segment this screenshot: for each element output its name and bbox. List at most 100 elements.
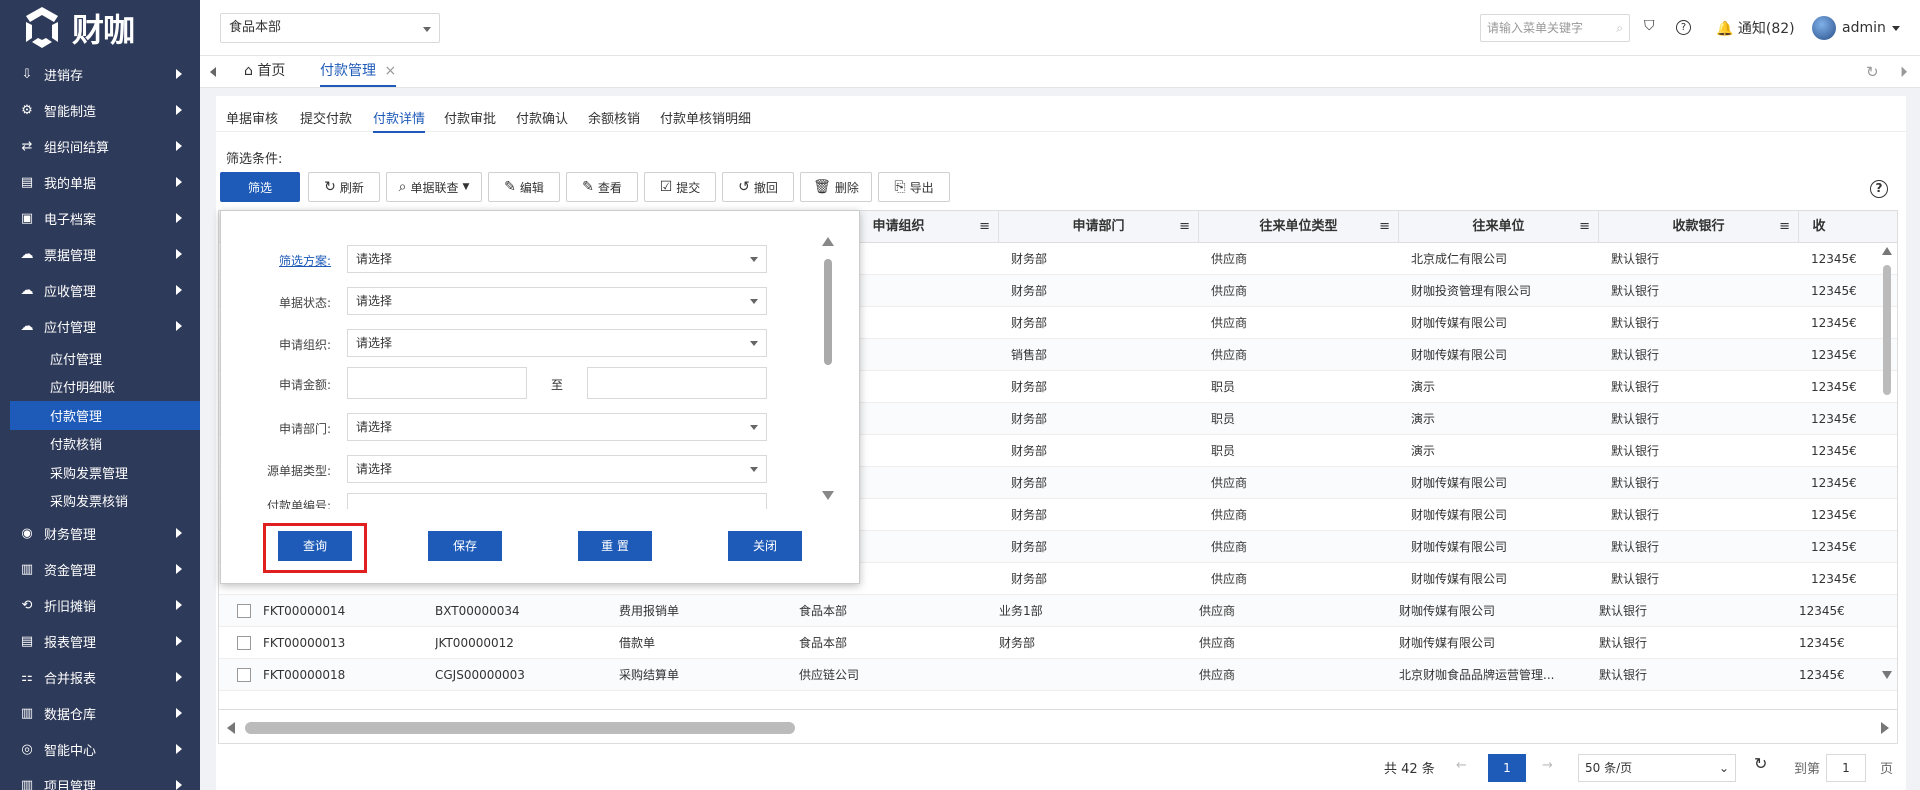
- export-button[interactable]: ⎘ 导出: [878, 172, 950, 202]
- subtab[interactable]: 付款详情: [373, 108, 426, 133]
- refresh-button[interactable]: ↻ 刷新: [308, 172, 380, 202]
- subtab[interactable]: 单据审核: [226, 108, 278, 131]
- sidebar-item-items_after5[interactable]: ▥ 数据仓库: [0, 695, 200, 731]
- sidebar-item-items1[interactable]: ⚙ 智能制造: [0, 92, 200, 128]
- page-size-select[interactable]: 50 条/页 ⌄: [1578, 754, 1736, 782]
- save-button[interactable]: 保存: [428, 531, 502, 561]
- row-checkbox[interactable]: [237, 604, 251, 618]
- table-row[interactable]: FKT00000013 JKT00000012 借款单 食品本部 财务部 供应商 财咖传媒有…: [219, 627, 1897, 659]
- sidebar-item-items7[interactable]: ☁ 应付管理: [0, 308, 200, 344]
- filter-scroll-thumb[interactable]: [824, 259, 832, 365]
- table-cell: 12345€: [1811, 316, 1857, 330]
- filter-panel-scrollbar[interactable]: [821, 235, 835, 505]
- subtab[interactable]: 付款单核销明细: [660, 108, 751, 131]
- sidebar-item-items3[interactable]: ▤ 我的单据: [0, 164, 200, 200]
- sidebar-subitem[interactable]: 应付管理: [0, 344, 200, 373]
- sidebar-item-items_after6[interactable]: ◎ 智能中心: [0, 731, 200, 767]
- column-header[interactable]: 往来单位类型 ≡: [1199, 211, 1399, 243]
- column-menu-icon[interactable]: ≡: [1779, 211, 1790, 243]
- column-header[interactable]: 收款银行 ≡: [1599, 211, 1799, 243]
- view-icon: ✎: [582, 179, 594, 195]
- subtab[interactable]: 付款审批: [444, 108, 496, 131]
- close-icon[interactable]: ×: [384, 63, 396, 79]
- column-header[interactable]: 收: [1799, 211, 1839, 243]
- source-type-select[interactable]: 请选择: [347, 455, 767, 483]
- pager-next-button[interactable]: →: [1542, 758, 1553, 773]
- pager-current-page[interactable]: 1: [1488, 754, 1526, 782]
- shield-icon[interactable]: ⛉: [1644, 18, 1655, 34]
- sidebar-subitem[interactable]: 付款管理: [10, 401, 200, 430]
- user-menu[interactable]: admin: [1812, 16, 1900, 40]
- tabs-scroll-right-icon[interactable]: ⏵: [1900, 63, 1908, 81]
- horizontal-scroll-thumb[interactable]: [245, 722, 795, 734]
- sidebar-item-items_after0[interactable]: ◉ 财务管理: [0, 515, 200, 551]
- tab-home[interactable]: ⌂ 首页: [244, 56, 285, 87]
- close-button[interactable]: 关闭: [728, 531, 802, 561]
- filter-button[interactable]: 筛选: [220, 172, 300, 202]
- tabs-scroll-left-icon[interactable]: [210, 67, 216, 77]
- scroll-down-icon[interactable]: [1882, 671, 1892, 679]
- linked-query-button[interactable]: ⌕ 单据联查 ▼: [386, 172, 482, 202]
- goto-page-input[interactable]: 1: [1826, 754, 1866, 782]
- notice-button[interactable]: 🔔 通知(82): [1716, 18, 1795, 38]
- status-select[interactable]: 请选择: [347, 287, 767, 315]
- pager-refresh-icon[interactable]: ↻: [1754, 754, 1767, 773]
- vertical-scrollbar[interactable]: [1881, 243, 1893, 683]
- sidebar-item-items2[interactable]: ⇄ 组织间结算: [0, 128, 200, 164]
- sidebar-subitem[interactable]: 采购发票管理: [0, 458, 200, 487]
- sidebar-subitem[interactable]: 应付明细账: [0, 373, 200, 402]
- scroll-up-icon[interactable]: [822, 237, 834, 246]
- help-icon[interactable]: ?: [1870, 180, 1888, 198]
- sidebar-item-items0[interactable]: ⇩ 进销存: [0, 56, 200, 92]
- tab-payment-management[interactable]: 付款管理 ×: [320, 56, 397, 87]
- scroll-left-icon[interactable]: [227, 722, 235, 734]
- revoke-button[interactable]: ↺ 撤回: [722, 172, 794, 202]
- vertical-scroll-thumb[interactable]: [1883, 265, 1891, 395]
- scroll-up-icon[interactable]: [1882, 247, 1892, 255]
- amount-min-input[interactable]: [347, 367, 527, 399]
- table-row[interactable]: FKT00000014 BXT00000034 费用报销单 食品本部 业务1部 供应商 财咖…: [219, 595, 1897, 627]
- reset-button[interactable]: 重 置: [578, 531, 652, 561]
- row-checkbox[interactable]: [237, 636, 251, 650]
- sidebar-item-items_after1[interactable]: ▥ 资金管理: [0, 551, 200, 587]
- column-menu-icon[interactable]: ≡: [1179, 211, 1190, 243]
- sidebar-item-items4[interactable]: ▣ 电子档案: [0, 200, 200, 236]
- scroll-right-icon[interactable]: [1881, 722, 1889, 734]
- delete-button[interactable]: 🗑 删除: [800, 172, 872, 202]
- filter-scheme-label[interactable]: 筛选方案:: [221, 252, 331, 269]
- submit-button[interactable]: ☑ 提交: [644, 172, 716, 202]
- sidebar-item-items_after2[interactable]: ⟲ 折旧摊销: [0, 587, 200, 623]
- sidebar-item-items_after7[interactable]: ▥ 项目管理: [0, 767, 200, 790]
- sidebar-subitem[interactable]: 采购发票核销: [0, 487, 200, 516]
- subtab[interactable]: 提交付款: [300, 108, 352, 131]
- subtab[interactable]: 付款确认: [516, 108, 568, 131]
- filter-scheme-select[interactable]: 请选择: [347, 245, 767, 273]
- view-button[interactable]: ✎ 查看: [566, 172, 638, 202]
- column-header[interactable]: 往来单位 ≡: [1399, 211, 1599, 243]
- sidebar-item-items5[interactable]: ☁ 票据管理: [0, 236, 200, 272]
- column-menu-icon[interactable]: ≡: [979, 211, 990, 243]
- edit-button[interactable]: ✎ 编辑: [488, 172, 560, 202]
- column-menu-icon[interactable]: ≡: [1379, 211, 1390, 243]
- sidebar-item-items6[interactable]: ☁ 应收管理: [0, 272, 200, 308]
- help-icon[interactable]: ?: [1676, 20, 1691, 35]
- scroll-down-icon[interactable]: [822, 491, 834, 500]
- payment-number-input[interactable]: [347, 493, 767, 509]
- org-select[interactable]: 食品本部: [220, 13, 440, 43]
- horizontal-scrollbar[interactable]: [219, 709, 1897, 743]
- sidebar-subitem[interactable]: 付款核销: [0, 430, 200, 459]
- org-filter-select[interactable]: 请选择: [347, 329, 767, 357]
- row-checkbox[interactable]: [237, 668, 251, 682]
- query-button[interactable]: 查询: [278, 531, 352, 561]
- amount-max-input[interactable]: [587, 367, 767, 399]
- sidebar-item-items_after3[interactable]: ▤ 报表管理: [0, 623, 200, 659]
- column-menu-icon[interactable]: ≡: [1579, 211, 1590, 243]
- column-header[interactable]: 申请部门 ≡: [999, 211, 1199, 243]
- dept-select[interactable]: 请选择: [347, 413, 767, 441]
- menu-search-input[interactable]: 请输入菜单关键字 ⌕: [1480, 14, 1630, 42]
- subtab[interactable]: 余额核销: [588, 108, 640, 131]
- refresh-icon[interactable]: ↻: [1866, 63, 1879, 81]
- table-row[interactable]: FKT00000018 CGJS00000003 采购结算单 供应链公司 供应商 北京财咖…: [219, 659, 1897, 691]
- sidebar-item-items_after4[interactable]: ⚏ 合并报表: [0, 659, 200, 695]
- pager-prev-button[interactable]: ←: [1456, 758, 1467, 773]
